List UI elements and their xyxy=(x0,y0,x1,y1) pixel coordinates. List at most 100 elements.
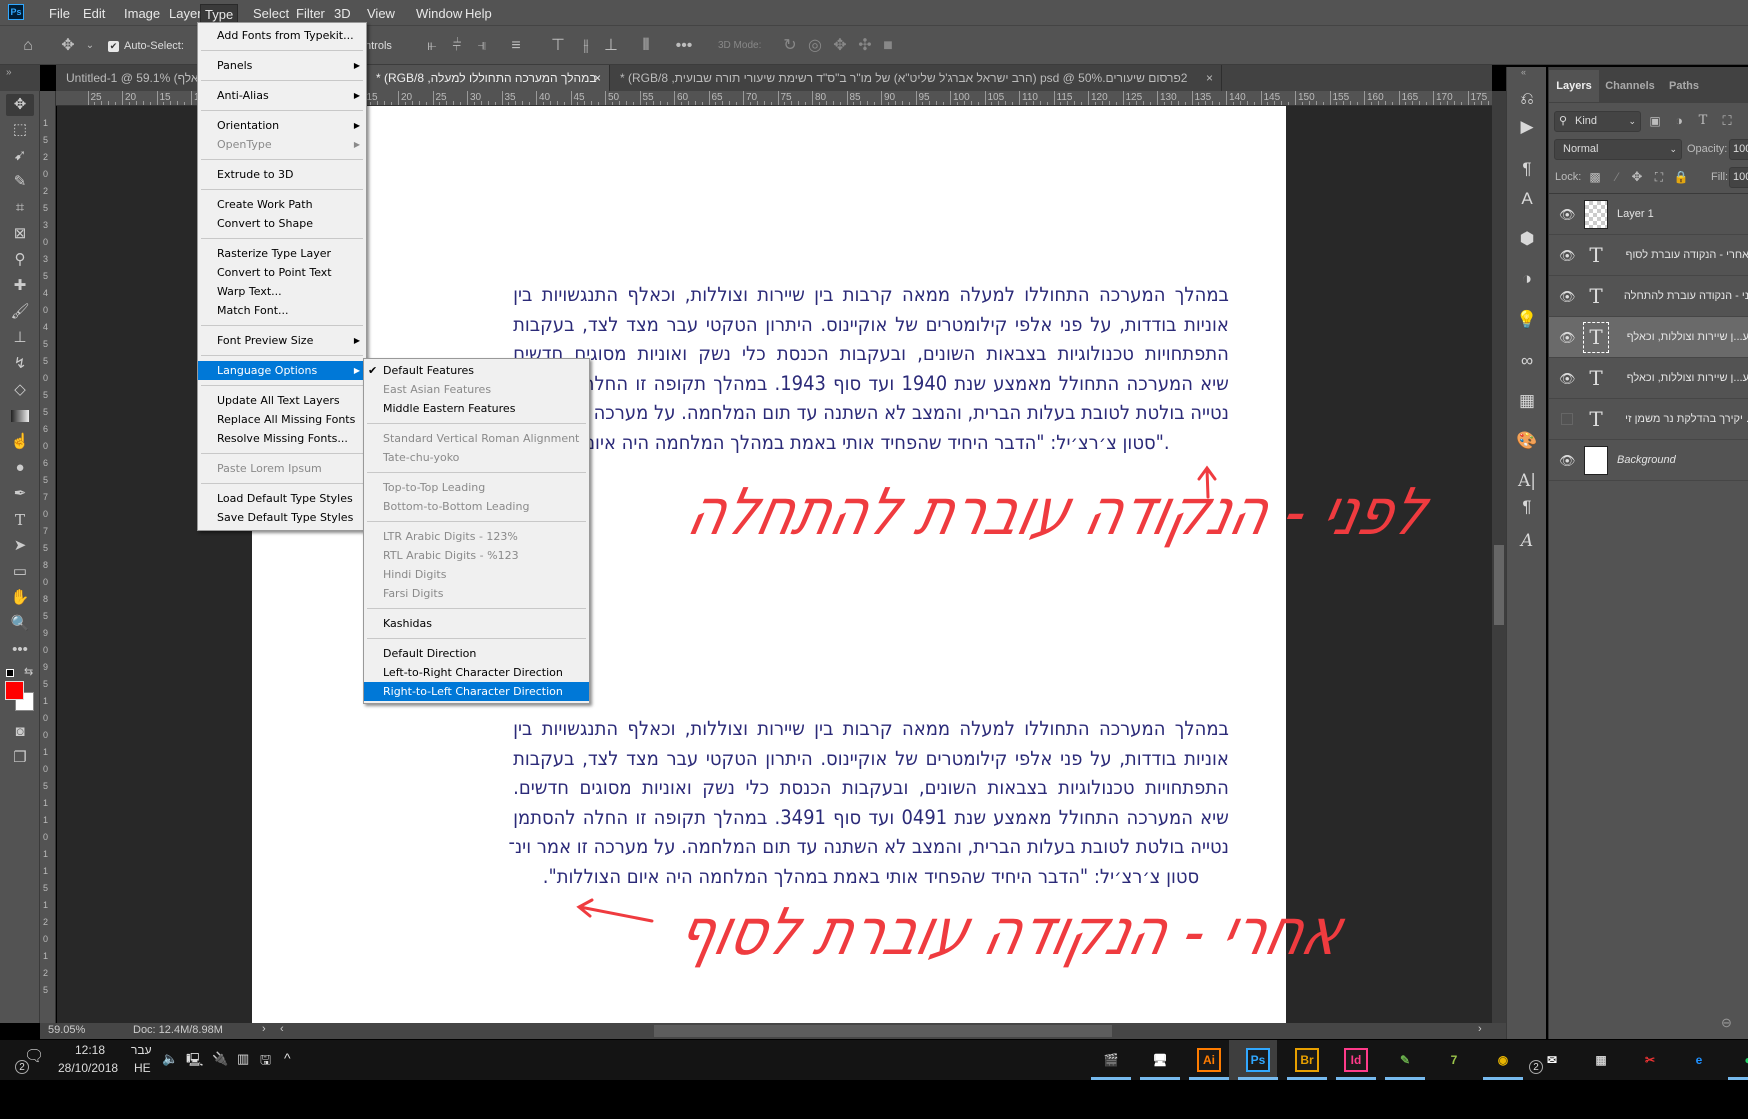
input-language-word[interactable]: עבר xyxy=(131,1043,152,1057)
taskbar-app-coreldraw[interactable]: ✎ xyxy=(1390,1046,1420,1074)
default-colors-icon[interactable] xyxy=(6,669,14,677)
distribute-icon[interactable]: ≡ xyxy=(507,36,525,56)
taskbar-app-video-editor[interactable]: 🎬 xyxy=(1096,1046,1126,1074)
menu-item-hindi-digits[interactable]: Hindi Digits xyxy=(364,565,589,584)
align-middle-icon[interactable]: ⫲ xyxy=(577,36,595,56)
document-tab[interactable]: 2פרסום שיעורים.psd @ 50% (הרב ישראל אברג… xyxy=(610,65,1222,91)
layer-row[interactable]: 👁 T ע...ן שיירות וצוללות, וכאלף xyxy=(1549,317,1748,358)
eye-icon[interactable]: 👁 xyxy=(1559,371,1576,386)
visibility-off-box[interactable] xyxy=(1561,413,1573,425)
layer-row[interactable]: 👁 Background xyxy=(1549,440,1748,481)
eyedropper-tool-icon[interactable]: ⚲ xyxy=(6,249,34,271)
menu-item-right-to-left-character-direction[interactable]: Right-to-Left Character Direction xyxy=(364,682,589,701)
taskbar-app-snipping-tool[interactable]: ✂ xyxy=(1635,1046,1665,1074)
pen-tool-icon[interactable]: ✒ xyxy=(6,483,34,505)
filter-pixel-icon[interactable]: ▣ xyxy=(1647,111,1663,131)
menu-select[interactable]: Select xyxy=(249,4,293,23)
menu-type[interactable]: Type xyxy=(200,4,239,23)
clock-time[interactable]: 12:18 xyxy=(75,1043,105,1057)
power-icon[interactable]: 🔌 xyxy=(212,1051,228,1067)
align-center-icon[interactable]: ⫩ xyxy=(448,36,466,56)
history-brush-tool-icon[interactable]: ↯ xyxy=(6,353,34,375)
menu-item-panels[interactable]: Panels ▶ xyxy=(198,56,366,75)
menu-item-rtl-arabic-digits-123[interactable]: RTL Arabic Digits - %123 xyxy=(364,546,589,565)
swatches-grid-icon[interactable]: ▦ xyxy=(1515,389,1539,413)
menu-item-tate-chu-yoko[interactable]: Tate-chu-yoko xyxy=(364,448,589,467)
menu-window[interactable]: Window xyxy=(412,4,466,23)
menu-item-convert-to-shape[interactable]: Convert to Shape xyxy=(198,214,366,233)
taskbar-app-calculator[interactable]: ▦ xyxy=(1586,1046,1616,1074)
chevron-down-icon[interactable]: ⌄ xyxy=(84,36,96,56)
input-language[interactable]: HE xyxy=(134,1061,151,1075)
hand-tool-icon[interactable]: ✋ xyxy=(6,587,34,609)
menu-item-default-direction[interactable]: Default Direction xyxy=(364,644,589,663)
auto-select-checkbox[interactable]: ✔ xyxy=(108,41,119,52)
menu-filter[interactable]: Filter xyxy=(292,4,329,23)
usb-icon[interactable]: 🖫 xyxy=(260,1051,271,1073)
eye-icon[interactable]: 👁 xyxy=(1559,207,1576,222)
tab-layers[interactable]: Layers xyxy=(1549,70,1599,102)
crop-tool-icon[interactable]: ⌗ xyxy=(6,197,34,219)
eraser-tool-icon[interactable]: ◇ xyxy=(6,379,34,401)
eye-icon[interactable]: 👁 xyxy=(1559,453,1576,468)
opacity-field[interactable]: 100 xyxy=(1729,139,1748,160)
taskbar-app-app-7[interactable]: 7 xyxy=(1439,1046,1469,1074)
actions-panel-icon[interactable]: ▶ xyxy=(1515,115,1539,139)
quick-mask-icon[interactable]: ◙ xyxy=(6,721,34,743)
swap-colors-icon[interactable]: ⇆ xyxy=(24,665,33,678)
taskbar-app-whatsapp[interactable]: ◐ xyxy=(1733,1046,1748,1074)
gradient-tool-icon[interactable] xyxy=(6,405,34,427)
filter-kind-select[interactable]: ⚲ Kind ⌄ xyxy=(1554,111,1641,132)
menu-item-save-default-type-styles[interactable]: Save Default Type Styles xyxy=(198,508,366,527)
clone-stamp-tool-icon[interactable]: ⊥ xyxy=(6,327,34,349)
close-tab-icon[interactable]: × xyxy=(1206,65,1213,91)
3d-pan-icon[interactable]: ✥ xyxy=(830,36,850,56)
align-bottom-icon[interactable]: ⊥ xyxy=(602,36,620,56)
menu-item-font-preview-size[interactable]: Font Preview Size ▶ xyxy=(198,331,366,350)
menu-item-middle-eastern-features[interactable]: Middle Eastern Features xyxy=(364,399,589,418)
paragraph-styles-icon[interactable]: ¶ xyxy=(1515,157,1539,181)
menu-item-default-features[interactable]: ✔ Default Features xyxy=(364,361,589,380)
speaker-icon[interactable]: 🔈 xyxy=(162,1051,178,1067)
document-tab[interactable]: במהלך המערכה התחוללו למעלה, RGB/8) * × xyxy=(366,65,610,91)
lock-artboard-icon[interactable]: ⛶ xyxy=(1651,167,1667,187)
quick-selection-tool-icon[interactable]: ✎ xyxy=(6,171,34,193)
menu-item-language-options[interactable]: Language Options ▶ xyxy=(198,361,366,380)
adjustments-icon[interactable]: ◑ xyxy=(1515,267,1539,291)
layer-row[interactable]: T . יקירך בהדלקת נר משמן זי xyxy=(1549,399,1748,440)
text-paragraph-before[interactable]: במהלך המערכה התחוללו למעלה ממאה קרבות בי… xyxy=(509,280,1229,457)
glyphs-panel-icon[interactable]: A xyxy=(1515,529,1539,553)
menu-item-kashidas[interactable]: Kashidas xyxy=(364,614,589,633)
menu-item-bottom-to-bottom-leading[interactable]: Bottom-to-Bottom Leading xyxy=(364,497,589,516)
menu-3d[interactable]: 3D xyxy=(330,4,355,23)
taskbar-app-bridge[interactable]: Br xyxy=(1295,1048,1319,1072)
network-icon[interactable]: 🖳 xyxy=(186,1051,203,1073)
menu-help[interactable]: Help xyxy=(461,4,496,23)
menu-item-resolve-missing-fonts[interactable]: Resolve Missing Fonts... xyxy=(198,429,366,448)
styles-icon[interactable]: 🎨 xyxy=(1515,429,1539,453)
menu-item-update-all-text-layers[interactable]: Update All Text Layers xyxy=(198,391,366,410)
lock-all-icon[interactable]: 🔒 xyxy=(1673,167,1689,187)
menu-item-warp-text[interactable]: Warp Text... xyxy=(198,282,366,301)
taskbar-app-illustrator[interactable]: Ai xyxy=(1197,1048,1221,1072)
menu-item-convert-to-point-text[interactable]: Convert to Point Text xyxy=(198,263,366,282)
menu-item-anti-alias[interactable]: Anti-Alias ▶ xyxy=(198,86,366,105)
3d-roll-icon[interactable]: ◎ xyxy=(805,36,825,56)
history-panel-icon[interactable]: ⎌ xyxy=(1515,87,1539,111)
align-right-icon[interactable]: ⫣ xyxy=(473,36,491,56)
menu-item-replace-all-missing-fonts[interactable]: Replace All Missing Fonts xyxy=(198,410,366,429)
3d-camera-icon[interactable]: ■ xyxy=(878,36,898,56)
horizontal-scrollbar-thumb[interactable] xyxy=(654,1025,1112,1037)
taskbar-app-chrome[interactable]: ◉ xyxy=(1488,1046,1518,1074)
dodge-tool-icon[interactable]: ● xyxy=(6,457,34,479)
rectangle-tool-icon[interactable]: ▭ xyxy=(6,561,34,583)
menu-item-ltr-arabic-digits-123[interactable]: LTR Arabic Digits - 123% xyxy=(364,527,589,546)
taskbar-app-indesign[interactable]: Id xyxy=(1344,1048,1368,1072)
text-paragraph-after[interactable]: במהלך המערכה התחוללו למעלה ממאה קרבות בי… xyxy=(509,714,1229,891)
taskbar-app-resource-monitor[interactable]: 🖥 xyxy=(1145,1046,1175,1074)
zoom-level[interactable]: 59.05% xyxy=(48,1024,85,1036)
menu-edit[interactable]: Edit xyxy=(79,4,109,23)
menu-item-standard-vertical-roman-alignment[interactable]: Standard Vertical Roman Alignment xyxy=(364,429,589,448)
3d-panel-icon[interactable]: ⬢ xyxy=(1515,227,1539,251)
more-options-icon[interactable]: ••• xyxy=(675,36,693,56)
